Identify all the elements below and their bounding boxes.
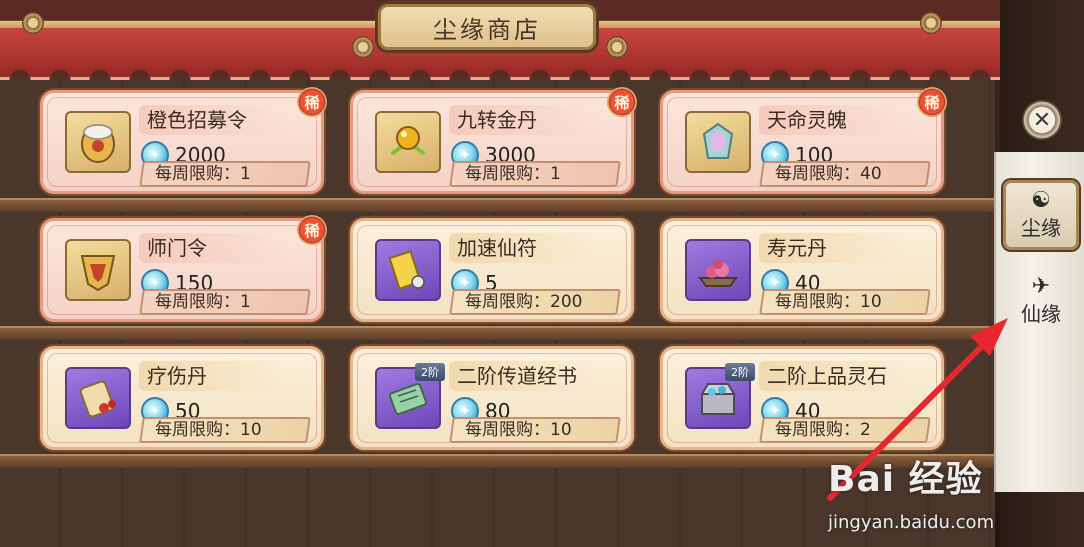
rare-badge: 稀	[297, 87, 327, 117]
item-name: 疗伤丹	[139, 361, 289, 391]
tab-dust-fate[interactable]: ☯ 尘缘	[1003, 180, 1079, 250]
close-icon[interactable]: ✕	[1022, 100, 1062, 140]
item-name: 九转金丹	[449, 105, 599, 135]
item-name: 橙色招募令	[139, 105, 289, 135]
weekly-limit-text: 每周限购：10	[155, 420, 262, 440]
item-name: 加速仙符	[449, 233, 599, 263]
shop-item-card[interactable]: 九转金丹 ✦ 3000 每周限购：1 稀	[350, 87, 637, 194]
watermark: Bai 经验 jingyan.baidu.com	[828, 450, 1078, 540]
tab-immortal-fate[interactable]: ✈ 仙缘	[1003, 266, 1079, 336]
weekly-limit: 每周限购：1	[449, 161, 621, 187]
watermark-logo: Bai 经验	[828, 459, 983, 500]
weekly-limit-text: 每周限购：1	[465, 164, 561, 184]
speed-talisman-icon	[375, 239, 441, 301]
shelf	[0, 198, 995, 212]
tab-label: 尘缘	[1021, 215, 1061, 240]
shop-item-card[interactable]: 疗伤丹 ✦ 50 每周限购：10	[40, 346, 324, 450]
sect-token-icon	[65, 239, 131, 301]
shelf	[0, 326, 995, 340]
longevity-pill-icon	[685, 239, 751, 301]
immortal-fate-icon: ✈	[1031, 273, 1051, 299]
orange-recruit-token-icon	[65, 111, 131, 173]
rare-badge: 稀	[607, 87, 637, 117]
item-name: 师门令	[139, 233, 289, 263]
shop-item-card[interactable]: 加速仙符 ✦ 5 每周限购：200	[350, 218, 634, 322]
weekly-limit: 每周限购：1	[139, 161, 311, 187]
corner-ornament-icon	[22, 12, 44, 34]
watermark-url: jingyan.baidu.com	[828, 512, 995, 533]
healing-scroll-icon	[65, 367, 131, 429]
weekly-limit: 每周限购：40	[759, 161, 931, 187]
golden-pill-icon	[375, 111, 441, 173]
weekly-limit-text: 每周限购：1	[155, 292, 251, 312]
weekly-limit: 每周限购：10	[449, 417, 621, 443]
rare-badge: 稀	[917, 87, 947, 117]
weekly-limit-text: 每周限购：10	[465, 420, 572, 440]
weekly-limit: 每周限购：2	[759, 417, 931, 443]
shop-item-card[interactable]: 橙色招募令 ✦ 2000 每周限购：1 稀	[40, 87, 327, 194]
weekly-limit: 每周限购：1	[139, 289, 311, 315]
shop-item-card[interactable]: 2阶 二阶传道经书 ✦ 80 每周限购：10	[350, 346, 634, 450]
dust-fate-icon: ☯	[1031, 187, 1051, 213]
rare-badge: 稀	[297, 215, 327, 245]
weekly-limit-text: 每周限购：10	[775, 292, 882, 312]
shop-item-card[interactable]: 寿元丹 ✦ 40 每周限购：10	[660, 218, 944, 322]
weekly-limit-text: 每周限购：2	[775, 420, 871, 440]
weekly-limit: 每周限购：10	[759, 289, 931, 315]
corner-ornament-icon	[920, 12, 942, 34]
weekly-limit-text: 每周限购：1	[155, 164, 251, 184]
shop-item-card[interactable]: 天命灵魄 ✦ 100 每周限购：40 稀	[660, 87, 947, 194]
corner-ornament-icon	[606, 36, 628, 58]
weekly-limit-text: 每周限购：40	[775, 164, 882, 184]
weekly-limit: 每周限购：10	[139, 417, 311, 443]
corner-ornament-icon	[352, 36, 374, 58]
shop-item-card[interactable]: 2阶 二阶上品灵石 ✦ 40 每周限购：2	[660, 346, 944, 450]
item-name: 天命灵魄	[759, 105, 909, 135]
tier-badge: 2阶	[415, 363, 445, 381]
tier-badge: 2阶	[725, 363, 755, 381]
item-name: 二阶上品灵石	[759, 361, 909, 391]
destiny-soul-icon	[685, 111, 751, 173]
weekly-limit: 每周限购：200	[449, 289, 621, 315]
item-name: 寿元丹	[759, 233, 909, 263]
shop-item-card[interactable]: 师门令 ✦ 150 每周限购：1 稀	[40, 215, 327, 322]
shop-title: 尘缘商店	[378, 4, 596, 50]
weekly-limit-text: 每周限购：200	[465, 292, 583, 312]
tab-label: 仙缘	[1021, 301, 1061, 326]
item-name: 二阶传道经书	[449, 361, 599, 391]
